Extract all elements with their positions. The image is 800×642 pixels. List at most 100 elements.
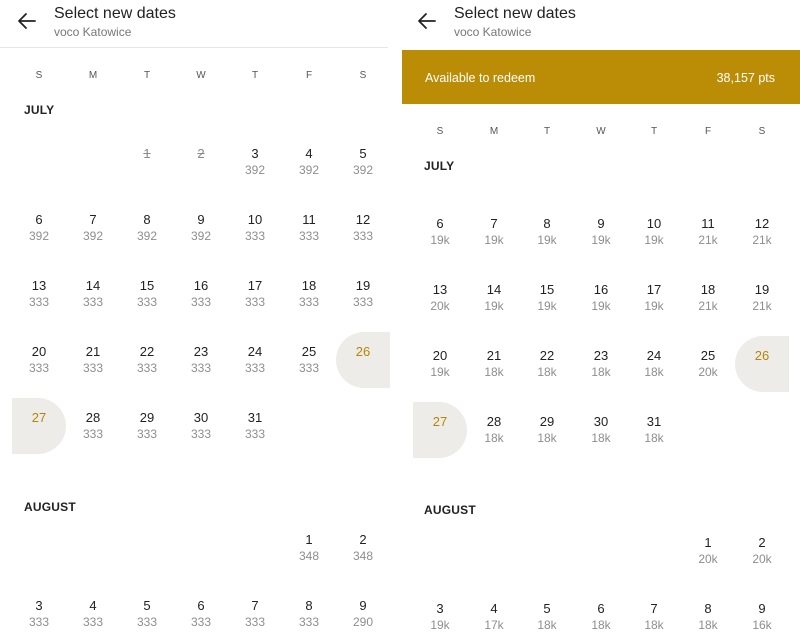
day-cell[interactable]: 3 392	[228, 146, 282, 190]
day-cell[interactable]: 20 333	[12, 344, 66, 388]
day-cell[interactable]: 17 19k	[627, 282, 681, 326]
day-cell[interactable]: 8 19k	[520, 216, 574, 260]
day-cell[interactable]: 1 20k	[681, 535, 735, 579]
day-cell[interactable]: 13 333	[12, 278, 66, 322]
day-number: 4	[490, 601, 498, 616]
day-cell[interactable]: 7 19k	[467, 216, 521, 260]
day-cell[interactable]: 12 333	[336, 212, 390, 256]
day-cell[interactable]: 11 21k	[681, 216, 735, 260]
day-cell[interactable]: 14 19k	[467, 282, 521, 326]
day-cell[interactable]: 22 18k	[520, 348, 574, 392]
day-cell[interactable]: 19 333	[336, 278, 390, 322]
day-price: 333	[136, 615, 158, 629]
day-cell[interactable]: 18 21k	[681, 282, 735, 326]
day-cell[interactable]: 25 333	[282, 344, 336, 388]
day-cell[interactable]: 6 18k	[574, 601, 628, 642]
day-cell[interactable]: 22 333	[120, 344, 174, 388]
back-arrow-icon[interactable]	[14, 8, 40, 34]
day-cell[interactable]: 9 392	[174, 212, 228, 256]
selected-day-number[interactable]: 27	[12, 410, 66, 425]
day-cell[interactable]: 31 333	[228, 410, 282, 454]
day-cell[interactable]: 28 333	[66, 410, 120, 454]
month-label-july: JULY	[424, 159, 455, 173]
day-cell[interactable]: 5 392	[336, 146, 390, 190]
day-cell[interactable]: 3 333	[12, 598, 66, 642]
day-cell[interactable]: 24 18k	[627, 348, 681, 392]
day-cell[interactable]: 2 348	[336, 532, 390, 576]
weekday-header: S M T W T F S	[0, 70, 400, 84]
day-cell[interactable]: 7 18k	[627, 601, 681, 642]
day-price: 392	[190, 229, 212, 243]
day-number: 14	[486, 282, 502, 297]
day-price: 333	[136, 361, 158, 375]
day-cell[interactable]: 6 333	[174, 598, 228, 642]
day-cell[interactable]: 9 19k	[574, 216, 628, 260]
day-price: 20k	[698, 365, 718, 379]
day-number: 28	[85, 410, 101, 425]
day-cell[interactable]: 21 333	[66, 344, 120, 388]
day-cell[interactable]: 17 333	[228, 278, 282, 322]
selected-checkout-day[interactable]	[413, 402, 467, 458]
day-cell[interactable]: 15 19k	[520, 282, 574, 326]
day-number: 18	[301, 278, 317, 293]
day-cell[interactable]: 21 18k	[467, 348, 521, 392]
day-cell[interactable]: 8 392	[120, 212, 174, 256]
day-cell[interactable]: 23 333	[174, 344, 228, 388]
day-cell[interactable]: 5 18k	[520, 601, 574, 642]
day-price: 333	[298, 295, 320, 309]
day-price: 290	[352, 615, 374, 629]
day-cell[interactable]: 8 333	[282, 598, 336, 642]
day-cell[interactable]: 4 392	[282, 146, 336, 190]
selected-checkout-day[interactable]	[12, 398, 66, 454]
day-cell[interactable]: 29 333	[120, 410, 174, 454]
day-cell[interactable]: 30 18k	[574, 414, 628, 458]
day-cell[interactable]: 5 333	[120, 598, 174, 642]
selected-checkin-day[interactable]	[336, 332, 390, 388]
day-cell[interactable]: 7 392	[66, 212, 120, 256]
day-price: 333	[298, 361, 320, 375]
day-cell[interactable]: 31 18k	[627, 414, 681, 458]
day-cell[interactable]: 13 20k	[413, 282, 467, 326]
day-cell[interactable]: 4 333	[66, 598, 120, 642]
day-cell[interactable]: 19 21k	[735, 282, 789, 326]
day-cell[interactable]: 25 20k	[681, 348, 735, 392]
day-cell[interactable]: 12 21k	[735, 216, 789, 260]
day-cell[interactable]: 20 19k	[413, 348, 467, 392]
day-cell[interactable]: 9 16k	[735, 601, 789, 642]
day-number: 28	[486, 414, 502, 429]
selected-day-number[interactable]: 26	[735, 348, 789, 363]
day-price: 333	[190, 615, 212, 629]
day-cell[interactable]: 24 333	[228, 344, 282, 388]
day-cell[interactable]: 10 19k	[627, 216, 681, 260]
day-cell[interactable]: 11 333	[282, 212, 336, 256]
day-cell[interactable]: 30 333	[174, 410, 228, 454]
calendar-panel-left: Select new dates voco Katowice S M T W T…	[0, 0, 400, 642]
page-title: Select new dates	[454, 5, 576, 22]
day-cell[interactable]: 28 18k	[467, 414, 521, 458]
back-arrow-icon[interactable]	[414, 8, 440, 34]
day-number: 21	[486, 348, 502, 363]
day-cell[interactable]: 29 18k	[520, 414, 574, 458]
day-cell[interactable]: 9 290	[336, 598, 390, 642]
day-cell[interactable]: 8 18k	[681, 601, 735, 642]
day-cell[interactable]: 2 20k	[735, 535, 789, 579]
day-cell[interactable]: 4 17k	[467, 601, 521, 642]
day-cell[interactable]: 7 333	[228, 598, 282, 642]
day-cell[interactable]: 18 333	[282, 278, 336, 322]
day-cell[interactable]: 14 333	[66, 278, 120, 322]
day-cell[interactable]: 16 19k	[574, 282, 628, 326]
selected-checkin-day[interactable]	[735, 336, 789, 392]
day-cell[interactable]: 10 333	[228, 212, 282, 256]
day-cell[interactable]: 6 19k	[413, 216, 467, 260]
day-cell[interactable]: 3 19k	[413, 601, 467, 642]
selected-day-number[interactable]: 27	[413, 414, 467, 429]
selected-day-number[interactable]: 26	[336, 344, 390, 359]
day-number: 1	[704, 535, 712, 550]
day-cell[interactable]: 15 333	[120, 278, 174, 322]
day-cell[interactable]: 16 333	[174, 278, 228, 322]
day-number: 14	[85, 278, 101, 293]
day-price: 21k	[752, 233, 772, 247]
day-cell[interactable]: 6 392	[12, 212, 66, 256]
day-cell[interactable]: 23 18k	[574, 348, 628, 392]
day-cell[interactable]: 1 348	[282, 532, 336, 576]
